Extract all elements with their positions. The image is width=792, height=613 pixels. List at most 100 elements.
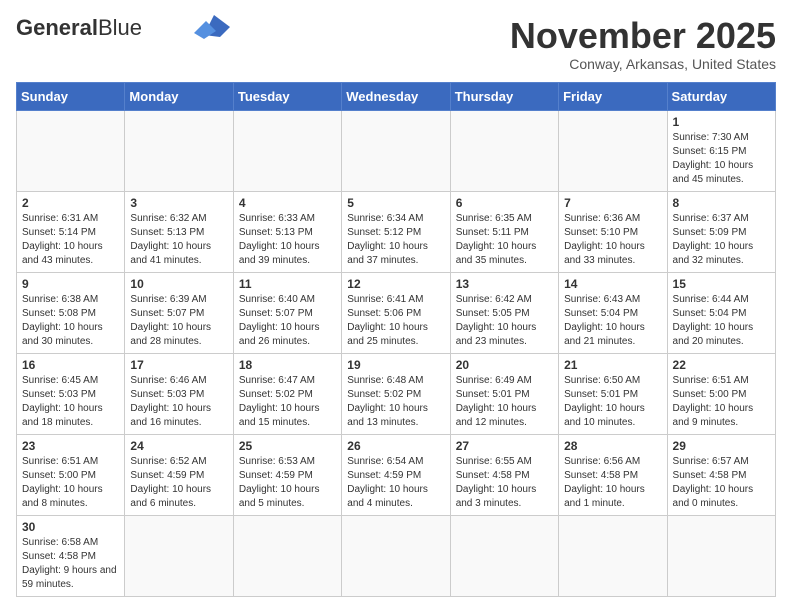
day-number: 24 (130, 439, 227, 453)
calendar-day-cell (450, 515, 558, 596)
calendar-day-cell (17, 110, 125, 191)
day-number: 17 (130, 358, 227, 372)
day-number: 9 (22, 277, 119, 291)
day-number: 28 (564, 439, 661, 453)
day-info: Sunrise: 6:38 AM Sunset: 5:08 PM Dayligh… (22, 293, 119, 349)
calendar-day-cell: 21 Sunrise: 6:50 AM Sunset: 5:01 PM Dayli… (559, 353, 667, 434)
calendar-day-cell (125, 110, 233, 191)
day-info: Sunrise: 6:56 AM Sunset: 4:58 PM Dayligh… (564, 455, 661, 511)
weekday-header: Sunday (17, 82, 125, 110)
calendar-day-cell (450, 110, 558, 191)
day-number: 1 (673, 115, 770, 129)
logo: GeneralBlue (16, 16, 230, 40)
day-info: Sunrise: 6:49 AM Sunset: 5:01 PM Dayligh… (456, 374, 553, 430)
day-info: Sunrise: 6:34 AM Sunset: 5:12 PM Dayligh… (347, 212, 444, 268)
title-section: November 2025 Conway, Arkansas, United S… (510, 16, 776, 72)
day-number: 21 (564, 358, 661, 372)
calendar-day-cell (342, 515, 450, 596)
weekday-header: Thursday (450, 82, 558, 110)
day-number: 8 (673, 196, 770, 210)
calendar-day-cell: 15Sunrise: 6:44 AM Sunset: 5:04 PM Dayli… (667, 272, 775, 353)
day-info: Sunrise: 6:33 AM Sunset: 5:13 PM Dayligh… (239, 212, 336, 268)
day-info: Sunrise: 6:47 AM Sunset: 5:02 PM Dayligh… (239, 374, 336, 430)
weekday-header: Friday (559, 82, 667, 110)
page-header: GeneralBlue November 2025 Conway, Arkans… (16, 16, 776, 72)
calendar-day-cell: 19 Sunrise: 6:48 AM Sunset: 5:02 PM Dayli… (342, 353, 450, 434)
day-info: Sunrise: 6:36 AM Sunset: 5:10 PM Dayligh… (564, 212, 661, 268)
day-info: Sunrise: 6:37 AM Sunset: 5:09 PM Dayligh… (673, 212, 770, 268)
calendar-day-cell: 9 Sunrise: 6:38 AM Sunset: 5:08 PM Daylig… (17, 272, 125, 353)
logo-text: GeneralBlue (16, 16, 142, 40)
calendar-week-row: 23Sunrise: 6:51 AM Sunset: 5:00 PM Dayli… (17, 434, 776, 515)
calendar-day-cell: 14Sunrise: 6:43 AM Sunset: 5:04 PM Dayli… (559, 272, 667, 353)
day-info: Sunrise: 6:58 AM Sunset: 4:58 PM Dayligh… (22, 536, 119, 592)
day-info: Sunrise: 6:50 AM Sunset: 5:01 PM Dayligh… (564, 374, 661, 430)
calendar-day-cell (125, 515, 233, 596)
calendar-day-cell: 11Sunrise: 6:40 AM Sunset: 5:07 PM Dayli… (233, 272, 341, 353)
day-info: Sunrise: 6:48 AM Sunset: 5:02 PM Dayligh… (347, 374, 444, 430)
calendar-day-cell: 17 Sunrise: 6:46 AM Sunset: 5:03 PM Dayli… (125, 353, 233, 434)
weekday-header: Wednesday (342, 82, 450, 110)
weekday-header-row: SundayMondayTuesdayWednesdayThursdayFrid… (17, 82, 776, 110)
day-number: 15 (673, 277, 770, 291)
calendar-day-cell: 12 Sunrise: 6:41 AM Sunset: 5:06 PM Dayli… (342, 272, 450, 353)
calendar-day-cell: 7 Sunrise: 6:36 AM Sunset: 5:10 PM Daylig… (559, 191, 667, 272)
day-info: Sunrise: 6:39 AM Sunset: 5:07 PM Dayligh… (130, 293, 227, 349)
calendar-day-cell: 29Sunrise: 6:57 AM Sunset: 4:58 PM Dayli… (667, 434, 775, 515)
calendar-week-row: 9 Sunrise: 6:38 AM Sunset: 5:08 PM Daylig… (17, 272, 776, 353)
calendar-day-cell: 25Sunrise: 6:53 AM Sunset: 4:59 PM Dayli… (233, 434, 341, 515)
day-number: 14 (564, 277, 661, 291)
calendar-day-cell: 30 Sunrise: 6:58 AM Sunset: 4:58 PM Dayli… (17, 515, 125, 596)
day-number: 23 (22, 439, 119, 453)
calendar-day-cell: 1 Sunrise: 7:30 AM Sunset: 6:15 PM Daylig… (667, 110, 775, 191)
day-info: Sunrise: 6:52 AM Sunset: 4:59 PM Dayligh… (130, 455, 227, 511)
calendar-day-cell: 20 Sunrise: 6:49 AM Sunset: 5:01 PM Dayli… (450, 353, 558, 434)
day-info: Sunrise: 6:53 AM Sunset: 4:59 PM Dayligh… (239, 455, 336, 511)
calendar-day-cell: 28 Sunrise: 6:56 AM Sunset: 4:58 PM Dayli… (559, 434, 667, 515)
calendar-day-cell: 26Sunrise: 6:54 AM Sunset: 4:59 PM Dayli… (342, 434, 450, 515)
day-info: Sunrise: 6:40 AM Sunset: 5:07 PM Dayligh… (239, 293, 336, 349)
calendar-week-row: 30 Sunrise: 6:58 AM Sunset: 4:58 PM Dayli… (17, 515, 776, 596)
day-info: Sunrise: 6:54 AM Sunset: 4:59 PM Dayligh… (347, 455, 444, 511)
day-info: Sunrise: 6:46 AM Sunset: 5:03 PM Dayligh… (130, 374, 227, 430)
day-number: 3 (130, 196, 227, 210)
day-info: Sunrise: 7:30 AM Sunset: 6:15 PM Dayligh… (673, 131, 770, 187)
calendar-day-cell (233, 515, 341, 596)
day-number: 20 (456, 358, 553, 372)
day-number: 12 (347, 277, 444, 291)
day-number: 2 (22, 196, 119, 210)
day-info: Sunrise: 6:41 AM Sunset: 5:06 PM Dayligh… (347, 293, 444, 349)
day-number: 4 (239, 196, 336, 210)
day-number: 10 (130, 277, 227, 291)
calendar-day-cell: 16 Sunrise: 6:45 AM Sunset: 5:03 PM Dayli… (17, 353, 125, 434)
day-number: 30 (22, 520, 119, 534)
calendar-day-cell (342, 110, 450, 191)
calendar-day-cell: 6Sunrise: 6:35 AM Sunset: 5:11 PM Daylig… (450, 191, 558, 272)
day-number: 16 (22, 358, 119, 372)
day-number: 19 (347, 358, 444, 372)
weekday-header: Saturday (667, 82, 775, 110)
calendar-subtitle: Conway, Arkansas, United States (510, 56, 776, 72)
calendar-day-cell: 3Sunrise: 6:32 AM Sunset: 5:13 PM Daylig… (125, 191, 233, 272)
calendar-day-cell: 23Sunrise: 6:51 AM Sunset: 5:00 PM Dayli… (17, 434, 125, 515)
weekday-header: Monday (125, 82, 233, 110)
calendar-table: SundayMondayTuesdayWednesdayThursdayFrid… (16, 82, 776, 597)
day-number: 6 (456, 196, 553, 210)
calendar-day-cell (559, 110, 667, 191)
calendar-day-cell (559, 515, 667, 596)
day-info: Sunrise: 6:55 AM Sunset: 4:58 PM Dayligh… (456, 455, 553, 511)
day-number: 13 (456, 277, 553, 291)
day-info: Sunrise: 6:51 AM Sunset: 5:00 PM Dayligh… (673, 374, 770, 430)
calendar-day-cell: 8 Sunrise: 6:37 AM Sunset: 5:09 PM Daylig… (667, 191, 775, 272)
day-number: 5 (347, 196, 444, 210)
day-number: 7 (564, 196, 661, 210)
calendar-day-cell: 24 Sunrise: 6:52 AM Sunset: 4:59 PM Dayli… (125, 434, 233, 515)
day-info: Sunrise: 6:57 AM Sunset: 4:58 PM Dayligh… (673, 455, 770, 511)
calendar-day-cell: 18Sunrise: 6:47 AM Sunset: 5:02 PM Dayli… (233, 353, 341, 434)
calendar-day-cell: 22Sunrise: 6:51 AM Sunset: 5:00 PM Dayli… (667, 353, 775, 434)
calendar-week-row: 2 Sunrise: 6:31 AM Sunset: 5:14 PM Daylig… (17, 191, 776, 272)
day-info: Sunrise: 6:31 AM Sunset: 5:14 PM Dayligh… (22, 212, 119, 268)
logo-icon (194, 13, 230, 39)
day-info: Sunrise: 6:45 AM Sunset: 5:03 PM Dayligh… (22, 374, 119, 430)
calendar-day-cell: 27Sunrise: 6:55 AM Sunset: 4:58 PM Dayli… (450, 434, 558, 515)
